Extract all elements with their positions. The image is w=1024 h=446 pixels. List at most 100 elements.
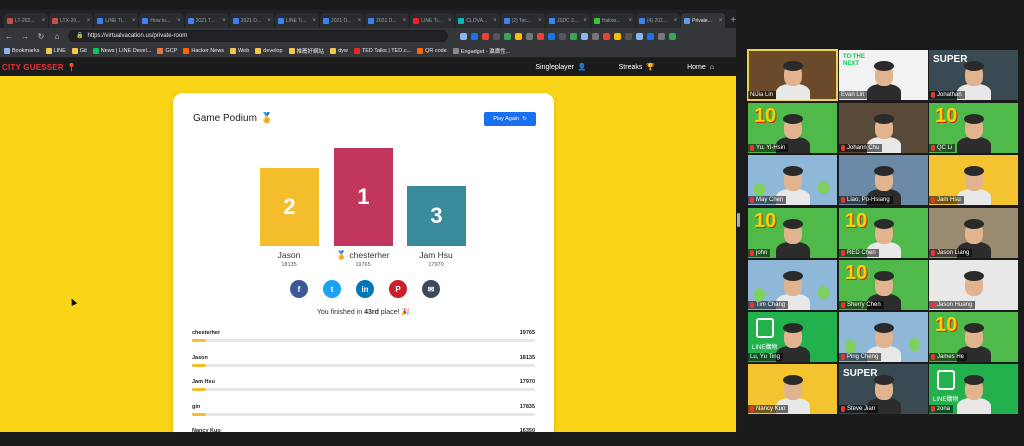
tab-close-icon[interactable]: × [493,18,497,24]
nav-singleplayer[interactable]: Singleplayer 👤 [535,63,586,72]
bookmark-item[interactable]: LINE [45,47,66,54]
bookmark-item[interactable]: 推薦好網站 [288,47,324,55]
browser-tab[interactable]: How to... × [139,13,184,28]
extension-icon[interactable] [581,32,588,40]
browser-tab[interactable]: (4) 202... × [635,13,681,28]
browser-tab[interactable]: JSDC 2... × [545,13,590,28]
extension-icon[interactable] [625,32,632,40]
extension-icon[interactable] [603,32,610,40]
site-logo[interactable]: CITY GUESSER 📍 [2,63,77,72]
browser-tab[interactable]: LTX-20... × [49,13,94,28]
tab-close-icon[interactable]: × [358,18,362,24]
participant-video-tile[interactable]: Jason Liang [929,208,1018,258]
bookmark-item[interactable]: dyw [330,47,348,54]
browser-tab[interactable]: LINE Ti... × [274,13,319,28]
browser-tab[interactable]: Hakoo... × [590,13,635,28]
new-tab-button[interactable]: + [730,13,736,28]
tab-close-icon[interactable]: × [312,18,316,24]
tab-close-icon[interactable]: × [628,18,632,24]
forward-icon[interactable]: → [20,32,30,41]
extension-icon[interactable] [504,32,511,40]
share-email-button[interactable]: ✉ [422,280,440,298]
tab-close-icon[interactable]: × [177,18,181,24]
participant-video-tile[interactable]: LINE購物 Lu, Yu Ting [748,312,837,362]
extension-icon[interactable] [559,32,566,40]
share-twitter-button[interactable]: t [323,280,341,298]
extension-icon[interactable] [636,32,643,40]
participant-video-tile[interactable]: Jason Huang [929,260,1018,310]
tab-close-icon[interactable]: × [132,18,136,24]
extension-icon[interactable] [482,32,489,40]
tab-close-icon[interactable]: × [719,18,723,24]
tab-close-icon[interactable]: × [87,18,91,24]
play-again-button[interactable]: Play Again ↻ [484,112,536,126]
bookmark-item[interactable]: QR code [417,47,447,54]
tab-close-icon[interactable]: × [448,18,452,24]
extension-icon[interactable] [592,32,599,40]
nav-streaks[interactable]: Streaks 🏆 [619,63,655,72]
bookmark-item[interactable]: Hacker News [183,47,224,54]
participant-video-tile[interactable]: LINE購物 zona [929,364,1018,414]
bookmark-item[interactable]: Git [71,47,87,54]
bookmark-item[interactable]: Web [230,47,249,54]
participant-video-tile[interactable]: Johann Chu [839,103,928,153]
browser-tab[interactable]: 2021 D... × [365,13,410,28]
browser-tab[interactable]: LINE Ti... × [410,13,455,28]
reload-icon[interactable]: ↻ [36,32,46,41]
extension-icon[interactable] [493,32,500,40]
participant-video-tile[interactable]: Jam Hsu [929,155,1018,205]
share-linkedin-button[interactable]: in [356,280,374,298]
extension-icon[interactable] [537,32,544,40]
extension-icon[interactable] [471,32,478,40]
extension-icon[interactable] [658,32,665,40]
bookmark-item[interactable]: TED Talks | TED.c... [353,47,411,54]
address-bar[interactable]: 🔒 https://virtualvacation.us/private-roo… [68,30,448,42]
participant-video-tile[interactable]: Tim Chang [748,260,837,310]
extension-icon[interactable] [570,32,577,40]
tab-close-icon[interactable]: × [222,18,226,24]
tab-close-icon[interactable]: × [538,18,542,24]
bookmark-item[interactable]: Engadget - 瀛膺性... [452,47,510,55]
bookmark-item[interactable]: Bookmarks [4,47,40,54]
extension-icon[interactable] [614,32,621,40]
participant-video-tile[interactable]: 10 john [748,208,837,258]
participant-video-tile[interactable]: 10 Yu, Yi-Hsin [748,103,837,153]
extension-icon[interactable] [669,32,676,40]
share-facebook-button[interactable]: f [290,280,308,298]
browser-tab[interactable]: (2) Tec... × [500,13,545,28]
participant-video-tile[interactable]: 10 James He [929,312,1018,362]
participant-video-tile[interactable]: SUPER Steve Jian [839,364,928,414]
extension-icon[interactable] [460,32,467,40]
nav-home[interactable]: Home ⌂ [687,63,714,71]
home-icon[interactable]: ⌂ [52,32,62,41]
browser-tab[interactable]: LT-202... × [4,13,49,28]
tab-close-icon[interactable]: × [42,18,46,24]
browser-tab[interactable]: Private... × [681,13,726,28]
participant-video-tile[interactable]: NiJia Lin [747,49,838,101]
extension-icon[interactable] [548,32,555,40]
extension-icon[interactable] [526,32,533,40]
participant-video-tile[interactable]: 10 RED Chen [839,208,928,258]
browser-tab[interactable]: 2021 D... × [229,13,274,28]
tab-close-icon[interactable]: × [403,18,407,24]
extension-icon[interactable] [647,32,654,40]
participant-video-tile[interactable]: SUPER Jonathan [929,50,1018,100]
participant-video-tile[interactable]: 10 Sherry Chen [839,260,928,310]
participant-video-tile[interactable]: May Chen [748,155,837,205]
participant-video-tile[interactable]: TO THE NEXT Evan Lin [839,50,928,100]
participant-video-tile[interactable]: 10 QC Li [929,103,1018,153]
browser-tab[interactable]: 2021 T... × [184,13,229,28]
tab-close-icon[interactable]: × [583,18,587,24]
bookmark-item[interactable]: News | LINE Devel... [92,47,151,54]
browser-tab[interactable]: LINE Ti... × [94,13,139,28]
tab-close-icon[interactable]: × [674,18,678,24]
browser-tab[interactable]: 2021 D... × [319,13,365,28]
participant-video-tile[interactable]: Liao, Po-Hsiang [839,155,928,205]
panel-resize-handle[interactable] [737,213,740,227]
share-pinterest-button[interactable]: P [389,280,407,298]
tab-close-icon[interactable]: × [267,18,271,24]
participant-video-tile[interactable]: Ping Cheng [839,312,928,362]
extension-icon[interactable] [515,32,522,40]
browser-tab[interactable]: CLOVA... × [455,13,500,28]
bookmark-item[interactable]: GCP [157,47,177,54]
